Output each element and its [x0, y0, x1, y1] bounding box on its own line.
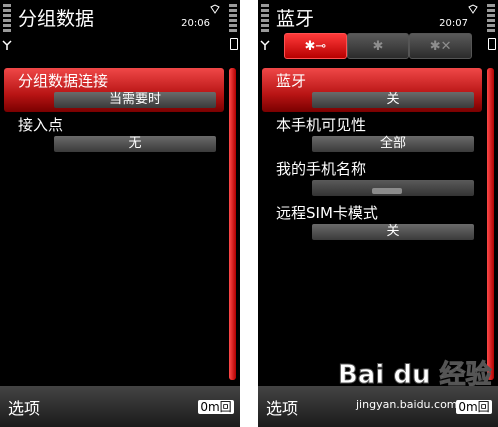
scrollbar[interactable]: [229, 68, 236, 380]
scroll-thumb[interactable]: [487, 68, 494, 380]
signal-strength-icon: [261, 4, 269, 34]
item-value[interactable]: 关: [312, 92, 474, 108]
item-label: 远程SIM卡模式: [276, 204, 378, 222]
signal-strength-icon: [3, 4, 11, 34]
page-title: 分组数据: [18, 8, 95, 30]
clock: 20:06: [181, 18, 210, 29]
list-item-phone-name[interactable]: 我的手机名称: [262, 156, 482, 200]
blurred-name: [372, 188, 402, 194]
item-label: 我的手机名称: [276, 160, 367, 178]
tab-bluetooth-settings[interactable]: ✱⊸: [284, 33, 347, 59]
item-label: 接入点: [18, 116, 64, 134]
battery-level-icon: [487, 4, 495, 34]
softkey-bar: 选项 0m回: [0, 386, 240, 427]
packet-data-icon: [210, 4, 220, 14]
bluetooth-settings-icon: ✱⊸: [304, 38, 327, 54]
page-title: 蓝牙: [276, 8, 315, 30]
bluetooth-blocked-icon: ✱✕: [429, 38, 452, 54]
options-softkey[interactable]: 选项: [266, 395, 298, 419]
item-label: 本手机可见性: [276, 116, 367, 134]
settings-list: 分组数据连接 当需要时 接入点 无: [4, 68, 224, 156]
item-value[interactable]: 全部: [312, 136, 474, 152]
watermark: Bai du 经验 jingyan.baidu.com: [330, 352, 496, 424]
status-bar: 分组数据 20:06: [0, 0, 240, 60]
battery-level-icon: [229, 4, 237, 34]
list-item-access-point[interactable]: 接入点 无: [4, 112, 224, 156]
list-item-remote-sim[interactable]: 远程SIM卡模式 关: [262, 200, 482, 244]
watermark-url: jingyan.baidu.com: [356, 398, 458, 411]
list-item-bluetooth[interactable]: 蓝牙 关: [262, 68, 482, 112]
tab-paired-devices[interactable]: ✱: [346, 33, 410, 59]
bluetooth-paired-icon: ✱: [372, 38, 384, 54]
battery-icon: [488, 38, 496, 50]
options-softkey[interactable]: 选项: [8, 395, 40, 419]
watermark-logo: Bai du 经验: [338, 360, 492, 391]
item-value[interactable]: 关: [312, 224, 474, 240]
antenna-icon: [260, 40, 270, 50]
scrollbar[interactable]: [487, 68, 494, 380]
tab-bar: ✱⊸ ✱ ✱✕: [284, 33, 473, 59]
back-softkey[interactable]: 0m回: [198, 400, 234, 414]
list-item-visibility[interactable]: 本手机可见性 全部: [262, 112, 482, 156]
clock: 20:07: [439, 18, 468, 29]
tab-blocked-devices[interactable]: ✱✕: [409, 33, 473, 59]
list-item-packet-connection[interactable]: 分组数据连接 当需要时: [4, 68, 224, 112]
item-label: 分组数据连接: [18, 72, 109, 90]
item-value[interactable]: 当需要时: [54, 92, 216, 108]
battery-icon: [230, 38, 238, 50]
packet-data-icon: [468, 4, 478, 14]
scroll-thumb[interactable]: [229, 68, 236, 380]
item-value[interactable]: 无: [54, 136, 216, 152]
antenna-icon: [2, 40, 12, 50]
item-label: 蓝牙: [276, 72, 307, 90]
left-phone-screen: 分组数据 20:06 分组数据连接 当需要时 接入点 无 选项 0m回: [0, 0, 240, 427]
settings-list: 蓝牙 关 本手机可见性 全部 我的手机名称 远程SIM卡模式 关: [262, 68, 482, 244]
